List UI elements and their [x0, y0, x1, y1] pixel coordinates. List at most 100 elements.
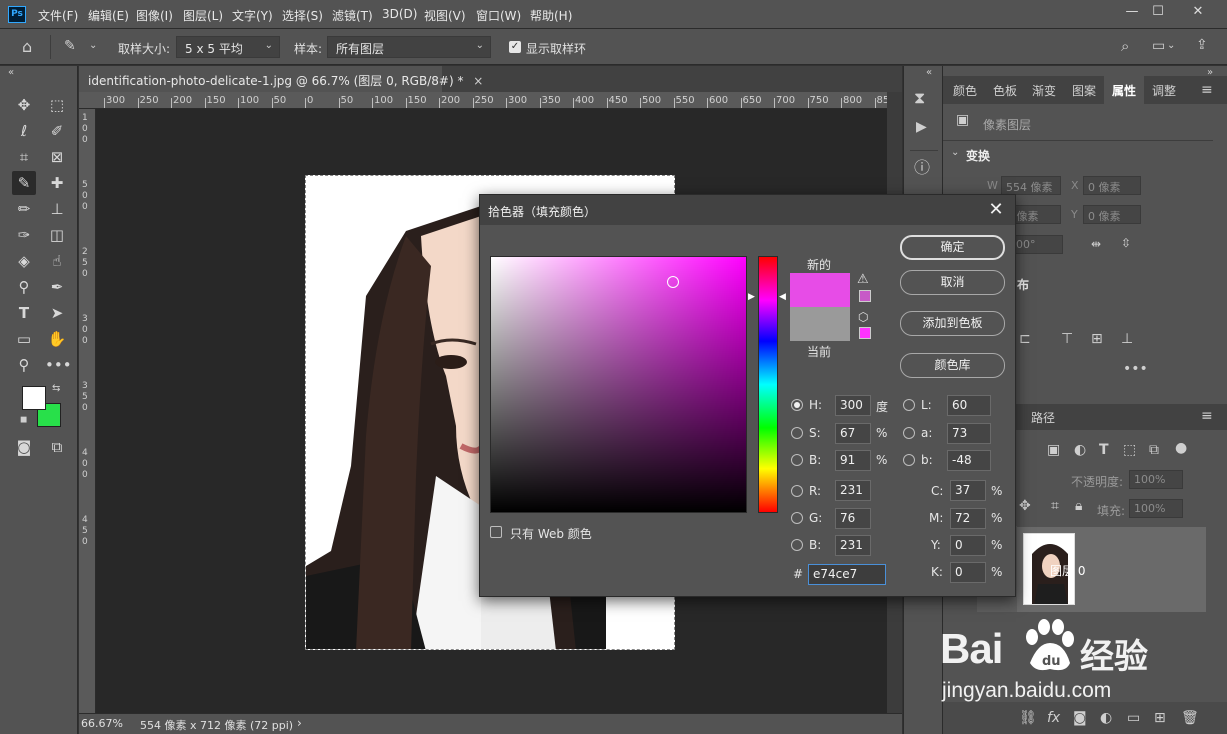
- new-group-icon[interactable]: ▭: [1127, 711, 1140, 725]
- zoom-level[interactable]: 66.67%: [81, 717, 123, 730]
- pen-tool-icon[interactable]: ✒: [45, 275, 69, 299]
- tab-adjustments[interactable]: 调整: [1152, 82, 1176, 99]
- menu-3d[interactable]: 3D(D): [382, 7, 417, 21]
- opacity-field[interactable]: 100%: [1129, 470, 1183, 489]
- collapse-icon[interactable]: «: [926, 68, 932, 78]
- cancel-button[interactable]: 取消: [900, 270, 1005, 295]
- maximize-button[interactable]: ☐: [1146, 3, 1170, 21]
- c-field[interactable]: 37: [950, 480, 986, 501]
- angle-field[interactable]: 00°: [1011, 235, 1063, 254]
- tab-properties[interactable]: 属性: [1112, 82, 1136, 99]
- close-icon[interactable]: ✕: [985, 199, 1007, 221]
- lab-b-field[interactable]: -48: [947, 450, 991, 471]
- web-safe-cube-icon[interactable]: ⬡: [858, 311, 868, 323]
- healing-tool-icon[interactable]: ✚: [45, 171, 69, 195]
- r-radio[interactable]: [791, 485, 803, 497]
- tab-patterns[interactable]: 图案: [1072, 82, 1096, 99]
- s-field[interactable]: 67: [835, 423, 871, 444]
- width-field[interactable]: 554 像素: [1001, 176, 1061, 195]
- r-field[interactable]: 231: [835, 480, 871, 501]
- tab-swatches[interactable]: 色板: [993, 82, 1017, 99]
- path-select-tool-icon[interactable]: ➤: [45, 301, 69, 325]
- eraser-tool-icon[interactable]: ◫: [45, 223, 69, 247]
- y-field[interactable]: 0 像素: [1083, 205, 1141, 224]
- out-of-gamut-warning-icon[interactable]: ⚠: [857, 273, 869, 286]
- workspace-icon[interactable]: ▭: [1152, 39, 1165, 53]
- panel-menu-icon[interactable]: ≡: [1201, 83, 1213, 97]
- add-mask-icon[interactable]: ◙: [1073, 711, 1087, 725]
- flip-vertical-icon[interactable]: ⇳: [1121, 237, 1131, 249]
- lab-b-radio[interactable]: [903, 454, 915, 466]
- zoom-tool-icon[interactable]: ⚲: [12, 353, 36, 377]
- b-field[interactable]: 91: [835, 450, 871, 471]
- smudge-tool-icon[interactable]: ☝: [45, 249, 69, 273]
- flip-horizontal-icon[interactable]: ⇹: [1091, 238, 1101, 250]
- close-window-button[interactable]: ✕: [1186, 3, 1210, 21]
- add-to-swatches-button[interactable]: 添加到色板: [900, 311, 1005, 336]
- menu-image[interactable]: 图像(I): [136, 7, 173, 24]
- more-options-icon[interactable]: •••: [1123, 362, 1148, 376]
- align-bottom-icon[interactable]: ⊥: [1121, 332, 1133, 346]
- share-icon[interactable]: ⇪: [1196, 38, 1208, 52]
- chevron-right-icon[interactable]: ›: [297, 716, 302, 730]
- adjustment-layer-icon[interactable]: ◐: [1100, 711, 1112, 725]
- menu-layer[interactable]: 图层(L): [183, 7, 223, 24]
- filter-shape-icon[interactable]: ⬚: [1123, 443, 1136, 457]
- hex-field[interactable]: e74ce7: [808, 564, 886, 585]
- filter-adjustment-icon[interactable]: ◐: [1074, 443, 1086, 457]
- align-middle-icon[interactable]: ⊞: [1091, 332, 1103, 346]
- filter-toggle-icon[interactable]: ●: [1175, 441, 1187, 455]
- chevron-down-icon[interactable]: ⌄: [951, 148, 959, 158]
- align-left-icon[interactable]: ⊏: [1019, 332, 1031, 346]
- more-tools-icon[interactable]: •••: [45, 353, 72, 377]
- filter-type-icon[interactable]: T: [1099, 443, 1109, 457]
- g-radio[interactable]: [791, 512, 803, 524]
- eyedropper-icon[interactable]: ✎: [64, 39, 76, 53]
- stamp-tool-icon[interactable]: ⊥: [45, 197, 69, 221]
- lasso-tool-icon[interactable]: ℓ: [12, 119, 36, 143]
- menu-help[interactable]: 帮助(H): [530, 7, 572, 24]
- move-tool-icon[interactable]: ✥: [12, 93, 36, 117]
- tab-color[interactable]: 颜色: [953, 82, 977, 99]
- color-cursor[interactable]: [667, 276, 679, 288]
- tab-paths[interactable]: 路径: [1031, 409, 1055, 426]
- ok-button[interactable]: 确定: [900, 235, 1005, 260]
- search-icon[interactable]: ⌕: [1121, 39, 1129, 54]
- h-field[interactable]: 300: [835, 395, 871, 416]
- menu-filter[interactable]: 滤镜(T): [332, 7, 373, 24]
- blue-field[interactable]: 231: [835, 535, 871, 556]
- minimize-button[interactable]: —: [1120, 3, 1144, 21]
- swap-colors-icon[interactable]: ⇆: [52, 384, 60, 394]
- blue-radio[interactable]: [791, 539, 803, 551]
- web-safe-color-swatch[interactable]: [859, 327, 871, 339]
- close-tab-icon[interactable]: ×: [473, 74, 483, 88]
- color-libraries-button[interactable]: 颜色库: [900, 353, 1005, 378]
- l-radio[interactable]: [903, 399, 915, 411]
- home-icon[interactable]: ⌂: [22, 39, 32, 55]
- fill-field[interactable]: 100%: [1129, 499, 1183, 518]
- crop-tool-icon[interactable]: ⌗: [12, 145, 36, 169]
- sample-size-dropdown[interactable]: 5 x 5 平均 ⌄: [176, 36, 280, 58]
- filter-pixel-icon[interactable]: ▣: [1047, 443, 1060, 457]
- panel-menu-icon[interactable]: ≡: [1201, 409, 1213, 423]
- saturation-brightness-field[interactable]: [490, 256, 747, 513]
- document-tab[interactable]: identification-photo-delicate-1.jpg @ 66…: [79, 66, 483, 92]
- frame-tool-icon[interactable]: ⊠: [45, 145, 69, 169]
- layer-row[interactable]: 图层 0: [977, 526, 1206, 612]
- marquee-tool-icon[interactable]: ⬚: [45, 93, 69, 117]
- k-field[interactable]: 0: [950, 562, 986, 583]
- gamut-color-swatch[interactable]: [859, 290, 871, 302]
- menu-window[interactable]: 窗口(W): [476, 7, 521, 24]
- layer-style-icon[interactable]: fx: [1047, 711, 1060, 725]
- new-layer-icon[interactable]: ⊞: [1154, 711, 1166, 725]
- filter-smart-object-icon[interactable]: ⧉: [1149, 443, 1159, 457]
- quick-select-tool-icon[interactable]: ✐: [45, 119, 69, 143]
- foreground-color-swatch[interactable]: [22, 386, 46, 410]
- hue-slider-right-arrow-icon[interactable]: ◀: [779, 292, 786, 302]
- brush-tool-icon[interactable]: ✏: [12, 197, 36, 221]
- link-layers-icon[interactable]: ⛓: [1019, 711, 1037, 725]
- hand-tool-icon[interactable]: ✋: [45, 327, 69, 351]
- default-colors-icon[interactable]: ◼: [20, 416, 27, 425]
- m-field[interactable]: 72: [950, 508, 986, 529]
- tab-gradients[interactable]: 渐变: [1032, 82, 1056, 99]
